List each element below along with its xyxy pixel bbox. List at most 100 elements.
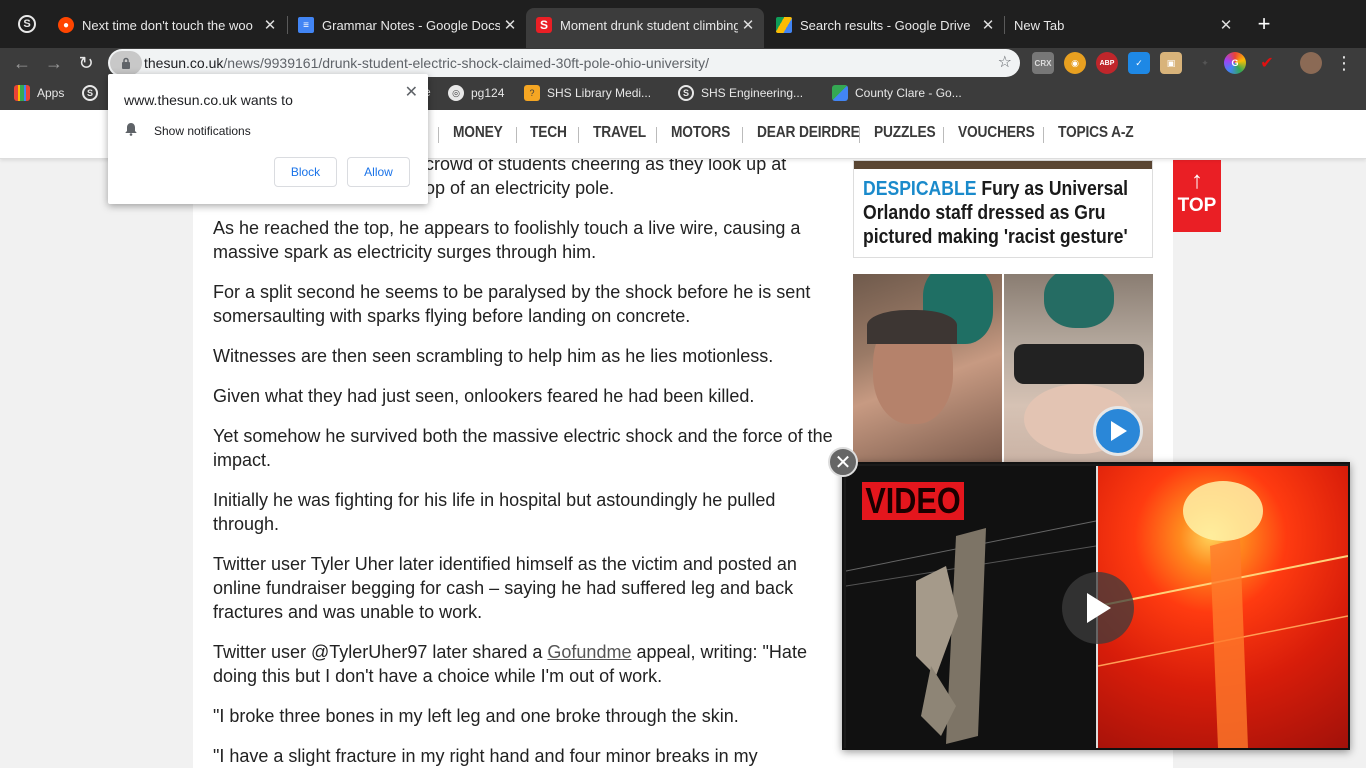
extension-abp-icon[interactable]: ABP [1096,52,1118,74]
tab-google-drive[interactable]: Search results - Google Drive ✕ [766,8,1004,42]
s-circle-icon: S [678,85,694,101]
extension-hidden-icon[interactable]: ✦ [1194,52,1216,74]
tab-close-icon[interactable]: ✕ [500,16,520,34]
address-bar[interactable]: thesun.co.uk/news/9939161/drunk-student-… [108,49,1020,77]
article-paragraph: Yet somehow he survived both the massive… [213,426,833,470]
tab-title: Next time don't touch the woo [82,17,253,33]
url-text: thesun.co.uk/news/9939161/drunk-student-… [144,55,709,71]
tab-google-docs[interactable]: ≡ Grammar Notes - Google Docs ✕ [288,8,526,42]
article-paragraph: "I have a slight fracture in my right ha… [213,746,758,766]
video-badge: VIDEO [862,482,965,520]
the-sun-icon: S [536,17,552,33]
tab-title: Search results - Google Drive [800,17,971,33]
nav-divider [578,127,579,143]
bell-icon [124,122,138,139]
tab-close-icon[interactable]: ✕ [738,16,758,34]
tab-close-icon[interactable]: ✕ [978,16,998,34]
nav-motors[interactable]: MOTORS [671,124,730,142]
story-thumbnail [854,161,1152,169]
video-play-icon[interactable] [1062,572,1134,644]
bookmark-label: SHS Library Medi... [547,86,652,100]
article-paragraph: As he reached the top, he appears to foo… [213,218,801,262]
sidebar-video-thumbnail[interactable] [853,274,1153,462]
google-docs-icon: ≡ [298,17,314,33]
paragraph-text: Twitter user @TylerUher97 later shared a [213,642,548,662]
video-frame-left: VIDEO [846,466,1096,748]
google-drive-icon [776,17,792,33]
bookmark-label: Apps [37,86,65,100]
tab-reddit[interactable]: ● Next time don't touch the woo ✕ [48,8,286,42]
new-tab-plus-icon[interactable]: + [1254,12,1274,36]
nav-puzzles[interactable]: PUZZLES [874,124,936,142]
tab-strip: S ● Next time don't touch the woo ✕ ≡ Gr… [0,0,1366,48]
profile-avatar[interactable] [1300,52,1322,74]
back-arrow-icon[interactable]: ← [10,51,34,75]
extension-crx-icon[interactable]: CRX [1032,52,1054,74]
allow-button[interactable]: Allow [347,157,410,187]
bookmark-s[interactable]: S [82,85,105,101]
nav-divider [859,127,860,143]
close-video-icon[interactable]: ✕ [828,447,858,477]
headline-kicker: DESPICABLE [863,178,977,200]
extension-red-check-icon[interactable]: ✔ [1256,52,1278,74]
up-arrow-icon: ↑ [1191,167,1203,194]
tab-title: New Tab [1014,17,1065,33]
tab-title: Moment drunk student climbing [560,17,738,33]
google-maps-icon [832,85,848,101]
notification-permission-dialog: www.thesun.co.uk wants to ✕ Show notific… [108,74,428,204]
profile-s-icon[interactable]: S [18,15,36,33]
bookmark-county-clare[interactable]: County Clare - Go... [832,85,962,101]
library-icon: ? [524,85,540,101]
nav-divider [943,127,944,143]
permission-text: Show notifications [154,123,251,138]
s-circle-icon: S [82,85,98,101]
article-paragraph: crowd of students cheering as they look … [425,154,787,198]
nav-tech[interactable]: TECH [530,124,567,142]
tab-close-icon[interactable]: ✕ [1216,16,1236,34]
globe-icon: ◎ [448,85,464,101]
nav-dear-deirdre[interactable]: DEAR DEIRDRE [757,124,860,142]
extension-checkmark-icon[interactable]: ✓ [1128,52,1150,74]
sidebar-headline[interactable]: DESPICABLE Fury as Universal Orlando sta… [863,177,1145,249]
sidebar-story-card[interactable]: DESPICABLE Fury as Universal Orlando sta… [853,160,1153,258]
nav-topics-a-z[interactable]: TOPICS A-Z [1058,124,1134,142]
browser-menu-icon[interactable]: ⋮ [1332,51,1356,75]
bookmark-label: pg124 [471,86,505,100]
bookmark-label: County Clare - Go... [855,86,962,100]
floating-video-player[interactable]: VIDEO [842,462,1350,750]
bookmark-apps[interactable]: Apps [14,85,64,101]
tab-new-tab[interactable]: New Tab ✕ [1004,8,1242,42]
dialog-title: www.thesun.co.uk wants to [124,92,293,108]
article-paragraph: Given what they had just seen, onlookers… [213,386,755,406]
bookmark-label: SHS Engineering... [701,86,804,100]
close-icon[interactable]: ✕ [405,82,418,102]
bookmark-shs-library[interactable]: ? SHS Library Medi... [524,85,651,101]
couple-photo [853,274,1002,462]
url-domain: thesun.co.uk [144,55,224,71]
lock-icon[interactable] [110,51,142,75]
block-button[interactable]: Block [274,157,337,187]
extension-colorful-icon[interactable]: G [1224,52,1246,74]
permission-row: Show notifications [124,122,251,139]
bookmark-pg124[interactable]: ◎ pg124 [448,85,504,101]
play-icon[interactable] [1093,406,1143,456]
extension-owl-icon[interactable]: ◉ [1064,52,1086,74]
web-page: MONEY TECH TRAVEL MOTORS DEAR DEIRDRE PU… [0,110,1366,768]
nav-travel[interactable]: TRAVEL [593,124,646,142]
back-to-top-button[interactable]: ↑ TOP [1173,160,1221,232]
nav-vouchers[interactable]: VOUCHERS [958,124,1035,142]
url-path: /news/9939161/drunk-student-electric-sho… [223,55,709,71]
forward-arrow-icon[interactable]: → [42,51,66,75]
tab-close-icon[interactable]: ✕ [260,16,280,34]
nav-money[interactable]: MONEY [453,124,503,142]
bookmark-star-icon[interactable]: ☆ [998,52,1012,72]
tab-the-sun[interactable]: S Moment drunk student climbing ✕ [526,8,764,48]
extension-bag-icon[interactable]: ▣ [1160,52,1182,74]
nav-divider [742,127,743,143]
tab-title: Grammar Notes - Google Docs [322,17,500,33]
reload-icon[interactable]: ↻ [74,51,98,75]
gofundme-link[interactable]: Gofundme [547,642,631,662]
bookmark-shs-engineering[interactable]: S SHS Engineering... [678,85,803,101]
nav-divider [516,127,517,143]
reddit-icon: ● [58,17,74,33]
